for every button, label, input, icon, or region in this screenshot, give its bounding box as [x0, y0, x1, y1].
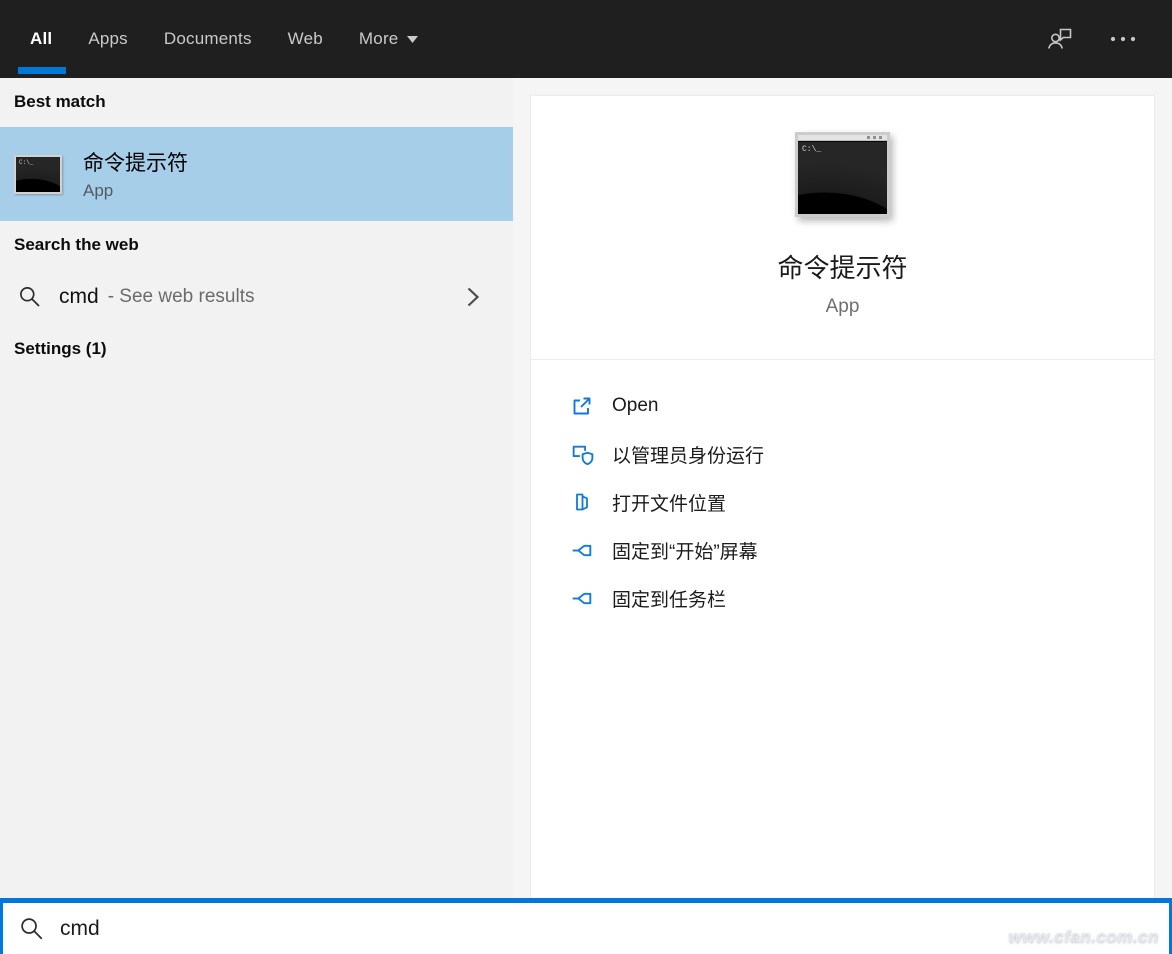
best-match-result-cmd[interactable]: C:\_ 命令提示符 App: [0, 127, 513, 221]
watermark-text: www.cfan.com.cn: [1009, 927, 1159, 947]
action-label: 固定到“开始”屏幕: [612, 537, 758, 564]
tab-web[interactable]: Web: [288, 0, 323, 78]
best-match-header: Best match: [14, 92, 513, 112]
search-icon: [18, 285, 42, 309]
tab-all-label: All: [30, 29, 52, 49]
chevron-right-icon[interactable]: [466, 286, 480, 308]
user-feedback-icon[interactable]: [1046, 26, 1074, 52]
tab-apps-label: Apps: [88, 29, 128, 49]
pin-icon: [569, 537, 595, 563]
results-panel: Best match C:\_ 命令提示符 App Search the web…: [0, 78, 513, 898]
web-result-row[interactable]: cmd - See web results: [0, 269, 513, 325]
action-open[interactable]: Open: [531, 382, 1154, 430]
action-open-file-location[interactable]: 打开文件位置: [531, 478, 1154, 526]
preview-card: C:\_ 命令提示符 App Open: [530, 95, 1155, 898]
search-input[interactable]: [60, 917, 860, 941]
cmd-window-icon-large: C:\_: [795, 132, 890, 217]
context-actions: Open 以管理员身份运行: [531, 360, 1154, 622]
action-pin-to-taskbar[interactable]: 固定到任务栏: [531, 574, 1154, 622]
tab-documents-label: Documents: [164, 29, 252, 49]
open-external-icon: [569, 393, 595, 419]
tab-all[interactable]: All: [30, 0, 52, 78]
settings-header: Settings (1): [14, 339, 513, 359]
web-hint-text: - See web results: [108, 286, 255, 308]
action-pin-to-start[interactable]: 固定到“开始”屏幕: [531, 526, 1154, 574]
preview-panel: C:\_ 命令提示符 App Open: [513, 78, 1172, 898]
search-icon: [19, 916, 45, 942]
tab-more-label: More: [359, 29, 399, 49]
preview-app-title: 命令提示符: [531, 248, 1154, 285]
action-run-as-admin[interactable]: 以管理员身份运行: [531, 430, 1154, 478]
search-web-header: Search the web: [14, 235, 513, 255]
filter-tabs: All Apps Documents Web More: [0, 0, 454, 78]
windows-search-flyout: All Apps Documents Web More: [0, 0, 1172, 954]
chevron-down-icon: [407, 36, 418, 43]
action-label: Open: [612, 395, 658, 417]
open-file-location-icon: [569, 489, 595, 515]
action-label: 固定到任务栏: [612, 585, 726, 612]
search-bar: www.cfan.com.cn: [0, 898, 1172, 954]
action-label: 以管理员身份运行: [612, 441, 764, 468]
tab-more[interactable]: More: [359, 0, 419, 78]
tab-apps[interactable]: Apps: [88, 0, 128, 78]
run-as-admin-shield-icon: [569, 441, 595, 467]
preview-app-type: App: [531, 296, 1154, 318]
cmd-window-titlebar: [798, 135, 887, 141]
best-match-title: 命令提示符: [83, 147, 188, 177]
tab-web-label: Web: [288, 29, 323, 49]
ellipsis-icon[interactable]: [1110, 36, 1136, 42]
search-filter-header: All Apps Documents Web More: [0, 0, 1172, 78]
header-icons: [1046, 0, 1136, 78]
cmd-window-icon: C:\_: [14, 155, 62, 194]
action-label: 打开文件位置: [612, 489, 726, 516]
web-query-text: cmd: [59, 285, 99, 309]
best-match-subtitle: App: [83, 181, 188, 201]
terminal-prompt-text: C:\_: [19, 159, 33, 166]
pin-icon: [569, 585, 595, 611]
tab-documents[interactable]: Documents: [164, 0, 252, 78]
terminal-prompt-text: C:\_: [802, 145, 821, 154]
